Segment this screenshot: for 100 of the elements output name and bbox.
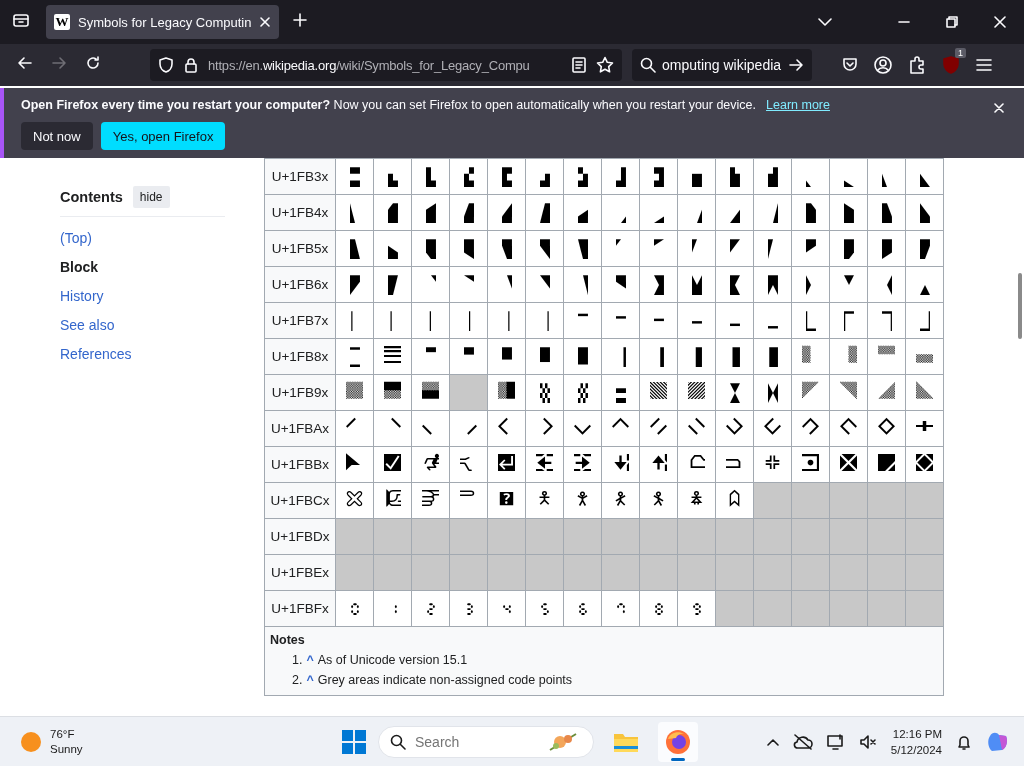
- character-cell: 🭍: [830, 195, 867, 230]
- learn-more-link[interactable]: Learn more: [766, 98, 830, 112]
- close-icon[interactable]: [259, 16, 272, 28]
- character-cell: 🮅: [526, 339, 563, 374]
- character-cell: 🮐: [336, 375, 373, 410]
- shield-icon[interactable]: [158, 57, 174, 73]
- character-cell: 🮹: [678, 447, 715, 482]
- character-cell: 🭱: [374, 303, 411, 338]
- character-cell: 🮍: [830, 339, 867, 374]
- address-bar[interactable]: https://en.wikipedia.org/wiki/Symbols_for_Legacy_Compu: [150, 49, 622, 81]
- character-cell: 🭤: [488, 267, 525, 302]
- reader-view-icon[interactable]: [572, 57, 586, 73]
- go-arrow-icon[interactable]: [788, 57, 804, 73]
- account-icon[interactable]: [874, 56, 892, 74]
- character-cell: 🭎: [868, 195, 905, 230]
- character-cell: 🭳: [450, 303, 487, 338]
- taskbar-search-field[interactable]: Search: [378, 726, 594, 758]
- character-cell: 🯴: [488, 591, 525, 626]
- windows-start-icon[interactable]: [342, 730, 366, 754]
- character-cell: 🭝: [830, 231, 867, 266]
- character-cell: 🬺: [716, 159, 753, 194]
- bell-icon[interactable]: [956, 734, 972, 750]
- tab-list-icon[interactable]: [12, 11, 30, 29]
- character-cell: 🮏: [906, 339, 943, 374]
- character-cell: 🭶: [564, 303, 601, 338]
- character-cell: 🭥: [526, 267, 563, 302]
- character-cell: 🬸: [640, 159, 677, 194]
- character-cell: 🭁: [374, 195, 411, 230]
- character-cell: 🭖: [564, 231, 601, 266]
- notification-badge: 1: [955, 48, 966, 58]
- contents-link[interactable]: Block: [60, 257, 264, 277]
- browser-tab[interactable]: W Symbols for Legacy Computin: [46, 5, 280, 39]
- character-cell: 🮻: [754, 447, 791, 482]
- character-cell: 🯉: [678, 483, 715, 518]
- character-cell: 🯰: [336, 591, 373, 626]
- character-cell: 🯲: [412, 591, 449, 626]
- dismiss-button[interactable]: Not now: [21, 122, 93, 150]
- character-cell: 🮢: [412, 411, 449, 446]
- character-cell: 🮇: [602, 339, 639, 374]
- character-cell: 🭩: [678, 267, 715, 302]
- copilot-icon[interactable]: [986, 730, 1010, 754]
- character-cell: 🮠: [336, 411, 373, 446]
- character-cell: 🮸: [640, 447, 677, 482]
- character-cell: 🮚: [716, 375, 753, 410]
- character-cell: 🮙: [678, 375, 715, 410]
- menu-icon[interactable]: [976, 58, 992, 72]
- character-cell: 🯁: [374, 483, 411, 518]
- character-cell: 🬳: [450, 159, 487, 194]
- reload-icon[interactable]: [85, 55, 101, 71]
- contents-link[interactable]: See also: [60, 315, 264, 335]
- backlink[interactable]: ^: [306, 673, 314, 687]
- character-cell: 🮆: [564, 339, 601, 374]
- character-cell: 🬼: [792, 159, 829, 194]
- character-cell: 🮘: [640, 375, 677, 410]
- backlink[interactable]: ^: [306, 653, 314, 667]
- puzzle-piece-icon[interactable]: [908, 56, 926, 74]
- firefox-taskbar-button[interactable]: [658, 722, 698, 762]
- contents-heading: Contents: [60, 189, 123, 205]
- character-cell: 🭉: [678, 195, 715, 230]
- note-text: As of Unicode version 15.1: [317, 653, 468, 667]
- character-cell: 🭓: [450, 231, 487, 266]
- row-header: U+1FBEx: [265, 555, 335, 590]
- scrollbar-thumb[interactable]: [1018, 273, 1022, 339]
- contents-link[interactable]: History: [60, 286, 264, 306]
- chevron-down-icon[interactable]: [818, 17, 832, 27]
- close-icon[interactable]: [994, 16, 1006, 28]
- character-cell: 🬾: [868, 159, 905, 194]
- character-cell: 🯵: [526, 591, 563, 626]
- back-arrow-icon[interactable]: [17, 55, 33, 71]
- speaker-muted-icon[interactable]: [858, 734, 877, 750]
- character-cell: 🮶: [564, 447, 601, 482]
- open-firefox-button[interactable]: Yes, open Firefox: [100, 122, 226, 150]
- temperature: 76°F: [50, 726, 76, 742]
- web-search-field[interactable]: omputing wikipedia: [632, 49, 812, 81]
- new-tab-icon[interactable]: [293, 13, 308, 27]
- character-cell: 🭘: [640, 231, 677, 266]
- character-cell: 🭊: [716, 195, 753, 230]
- chevron-up-icon[interactable]: [766, 738, 779, 746]
- character-cell: 🮜: [792, 375, 829, 410]
- clock-time: 12:16 PM: [892, 727, 942, 742]
- character-cell: 🮁: [374, 339, 411, 374]
- monitor-icon[interactable]: [826, 734, 845, 750]
- contents-link[interactable]: References: [60, 344, 264, 364]
- character-cell: 🭆: [564, 195, 601, 230]
- cloud-off-icon[interactable]: [792, 734, 813, 750]
- contents-link[interactable]: (Top): [60, 228, 264, 248]
- character-cell: 🮤: [488, 411, 525, 446]
- pocket-icon[interactable]: [842, 57, 858, 73]
- firefox-logo-icon: [665, 729, 691, 755]
- hide-button[interactable]: hide: [132, 186, 170, 208]
- search-icon: [640, 57, 656, 73]
- character-cell: 🯀: [336, 483, 373, 518]
- character-cell: 🯹: [678, 591, 715, 626]
- close-icon[interactable]: [994, 103, 1004, 113]
- restore-icon[interactable]: [946, 16, 958, 28]
- character-cell: 🮥: [526, 411, 563, 446]
- character-cell: 🬿: [906, 159, 943, 194]
- character-cell: 🮌: [792, 339, 829, 374]
- bookmark-star-icon[interactable]: [596, 56, 614, 74]
- character-cell: 🯇: [602, 483, 639, 518]
